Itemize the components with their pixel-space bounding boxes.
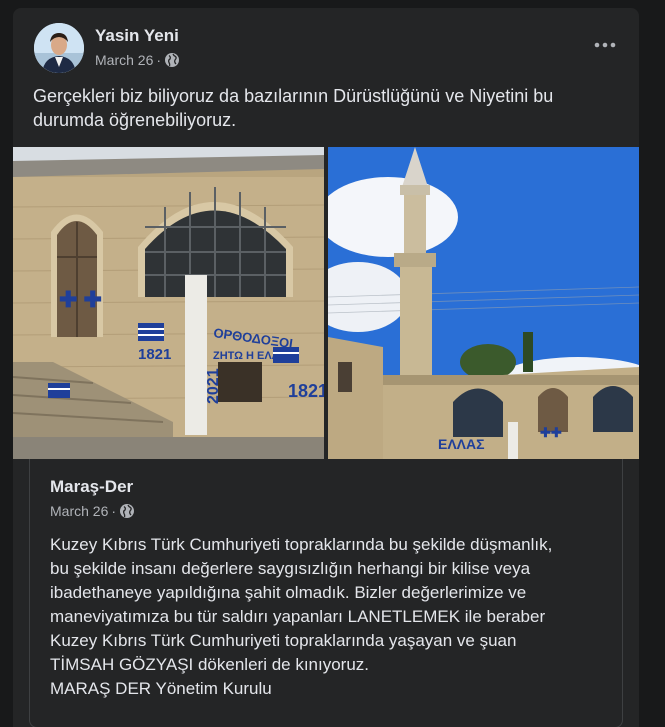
shared-meta: March 26 ·	[50, 503, 135, 519]
shared-author-name[interactable]: Maraş-Der	[50, 477, 133, 497]
meta-separator: ·	[156, 52, 162, 68]
shared-post-text: Kuzey Kıbrıs Türk Cumhuriyeti toprakları…	[50, 533, 620, 701]
graffiti-crosses: ✚✚	[540, 425, 562, 440]
author-avatar[interactable]	[34, 23, 84, 73]
avatar-photo	[34, 23, 84, 73]
shared-text-line: MARAŞ DER Yönetim Kurulu	[50, 679, 272, 698]
post-meta: March 26 ·	[95, 52, 180, 68]
graffiti-text: 1821	[288, 381, 324, 401]
shared-text-line: TİMSAH GÖZYAŞI dökenleri de kınıyoruz.	[50, 655, 370, 674]
graffiti-text: 1821	[138, 346, 171, 363]
meta-separator: ·	[111, 503, 117, 519]
shared-text-line: ibadethaneye yapıldığına şahit olmadık. …	[50, 583, 527, 602]
post-date[interactable]: March 26	[95, 52, 153, 68]
photo-church-wall[interactable]: ✚ ✚ ΟΡΘΟΔΟΞΟΙ 1821 ΖΗΤΩ Η ΕΛΛΑΣ 2021 182…	[13, 147, 324, 459]
photo-mosque-minaret[interactable]: ΕΛΛΑΣ ✚✚	[328, 147, 639, 459]
shared-post[interactable]: Maraş-Der March 26 · Kuzey Kıbrıs Türk C…	[29, 459, 623, 727]
post-header: Yasin Yeni March 26 ·	[13, 8, 639, 80]
globe-icon[interactable]	[119, 503, 135, 519]
photo-grid: ✚ ✚ ΟΡΘΟΔΟΞΟΙ 1821 ΖΗΤΩ Η ΕΛΛΑΣ 2021 182…	[13, 147, 639, 459]
graffiti-text: 2021	[205, 368, 222, 404]
post-text: Gerçekleri biz biliyoruz da bazılarının …	[33, 86, 554, 130]
shared-text-line: bu şekilde insanı değerlere saygısızlığı…	[50, 559, 531, 578]
graffiti-crosses: ✚ ✚	[59, 287, 102, 312]
author-name[interactable]: Yasin Yeni	[95, 26, 179, 46]
shared-date[interactable]: March 26	[50, 503, 108, 519]
shared-text-line: maneviyatımıza bu tür saldırı yapanları …	[50, 607, 546, 626]
shared-text-line: Kuzey Kıbrıs Türk Cumhuriyeti toprakları…	[50, 631, 517, 650]
post-card: Yasin Yeni March 26 · Gerçekleri biz bil…	[13, 8, 639, 727]
globe-icon[interactable]	[164, 52, 180, 68]
more-options-icon[interactable]	[593, 33, 617, 57]
graffiti-text: ΕΛΛΑΣ	[438, 436, 485, 452]
shared-text-line: Kuzey Kıbrıs Türk Cumhuriyeti toprakları…	[50, 535, 553, 554]
